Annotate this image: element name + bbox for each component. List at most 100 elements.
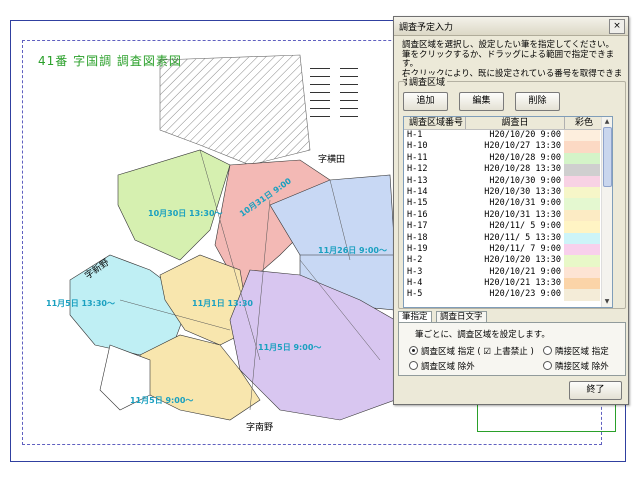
- table-row[interactable]: H-18 H20/11/ 5 13:30: [404, 232, 612, 244]
- finish-button[interactable]: 終了: [569, 381, 622, 400]
- area-id: H-5: [407, 289, 423, 300]
- table-row[interactable]: H-2 H20/10/20 13:30: [404, 255, 612, 267]
- group-label: 調査区域: [407, 75, 448, 88]
- delete-button[interactable]: 削除: [515, 92, 560, 111]
- color-swatch: [564, 221, 600, 233]
- color-swatch: [564, 289, 600, 301]
- hatched-region: [159, 54, 311, 166]
- table-row[interactable]: H-3 H20/10/21 9:00: [404, 266, 612, 279]
- area-id: H-15: [407, 198, 428, 209]
- area-id: H-16: [407, 209, 428, 220]
- survey-date: H20/10/20 13:30: [484, 255, 561, 266]
- column-date[interactable]: 調査日: [466, 117, 565, 129]
- survey-date: H20/10/30 13:30: [484, 186, 561, 197]
- dialog-titlebar[interactable]: 調査予定入力 ×: [394, 17, 628, 36]
- close-icon[interactable]: ×: [609, 19, 625, 34]
- scroll-down-icon[interactable]: ▼: [603, 298, 611, 306]
- radio-label: 隣接区域 除外: [555, 362, 609, 372]
- color-swatch: [564, 141, 600, 153]
- area-label-4: 11月5日 13:30〜: [46, 299, 115, 308]
- table-row[interactable]: H-17 H20/11/ 5 9:00: [404, 221, 612, 233]
- color-swatch: [564, 278, 600, 290]
- area-label-6: 11月1日 13:30: [192, 299, 253, 308]
- table-row[interactable]: H-4 H20/10/21 13:30: [404, 278, 612, 290]
- column-area-no[interactable]: 調査区域番号: [404, 117, 466, 129]
- place-label-minamino: 字南野: [246, 423, 274, 433]
- area-id: H-11: [407, 152, 428, 163]
- place-label-yokota: 字横田: [318, 155, 346, 165]
- column-color[interactable]: 彩色: [565, 117, 603, 129]
- survey-date: H20/10/27 13:30: [484, 141, 561, 152]
- radio-area-specify[interactable]: 調査区域 指定 ( ☑ 上書禁止 ): [409, 345, 534, 357]
- green-region: [117, 149, 231, 261]
- radio-label: 調査区域 除外: [421, 362, 475, 372]
- radio-selected-icon: [409, 346, 418, 355]
- area-label-5: 11月5日 9:00〜: [130, 396, 194, 405]
- table-row[interactable]: H-10 H20/10/27 13:30: [404, 141, 612, 153]
- table-row[interactable]: H-19 H20/11/ 7 9:00: [404, 243, 612, 256]
- color-swatch: [564, 266, 600, 279]
- table-row[interactable]: H-1 H20/10/20 9:00: [404, 130, 612, 142]
- add-button[interactable]: 追加: [403, 92, 448, 111]
- scroll-up-icon[interactable]: ▲: [603, 118, 611, 126]
- list-scrollbar[interactable]: ▲ ▼: [601, 117, 612, 307]
- dialog-title: 調査予定入力: [399, 23, 454, 33]
- survey-date: H20/10/21 13:30: [484, 278, 561, 289]
- survey-date: H20/10/28 13:30: [484, 164, 561, 175]
- color-swatch: [564, 209, 600, 222]
- color-swatch: [564, 175, 600, 187]
- survey-date: H20/10/28 9:00: [489, 152, 561, 163]
- table-row[interactable]: H-5 H20/10/23 9:00: [404, 289, 612, 301]
- radio-icon: [409, 361, 418, 370]
- table-row[interactable]: H-14 H20/10/30 13:30: [404, 186, 612, 199]
- color-swatch: [564, 152, 600, 165]
- legend-block: [310, 68, 358, 117]
- color-swatch: [564, 255, 600, 267]
- area-label-3: 11月26日 9:00〜: [318, 246, 387, 255]
- survey-area-group: 調査区域 追加 編集 削除 調査区域番号 調査日 彩色 H-1 H20/10/20…: [398, 75, 626, 309]
- color-swatch: [564, 130, 600, 142]
- area-id: H-10: [407, 141, 428, 152]
- scroll-thumb[interactable]: [603, 127, 612, 187]
- tab-panel-fude: 筆ごとに、調査区域を設定します。 調査区域 指定 ( ☑ 上書禁止 ) 隣接区域…: [398, 322, 626, 376]
- area-label-1: 10月30日 13:30〜: [148, 209, 223, 218]
- area-id: H-3: [407, 266, 423, 277]
- edit-button[interactable]: 編集: [459, 92, 504, 111]
- schedule-dialog: 調査予定入力 × 調査区域を選択し、設定したい筆を指定してください。 筆をクリッ…: [393, 16, 629, 405]
- survey-area-list[interactable]: 調査区域番号 調査日 彩色 H-1 H20/10/20 9:00 H-10 H20/1…: [403, 116, 613, 308]
- area-id: H-19: [407, 243, 428, 254]
- survey-date: H20/10/21 9:00: [489, 266, 561, 277]
- survey-date: H20/11/ 5 13:30: [484, 232, 561, 243]
- table-row[interactable]: H-12 H20/10/28 13:30: [404, 164, 612, 176]
- color-swatch: [564, 243, 600, 256]
- radio-label: 隣接区域 指定: [555, 347, 609, 357]
- survey-date: H20/11/ 7 9:00: [489, 243, 561, 254]
- area-id: H-12: [407, 164, 428, 175]
- table-row[interactable]: H-15 H20/10/31 9:00: [404, 198, 612, 210]
- table-row[interactable]: H-16 H20/10/31 13:30: [404, 209, 612, 222]
- color-swatch: [564, 198, 600, 210]
- survey-date: H20/11/ 5 9:00: [489, 221, 561, 232]
- radio-label: 調査区域 指定 ( ☑ 上書禁止 ): [421, 347, 534, 357]
- area-label-7: 11月5日 9:00〜: [258, 343, 322, 352]
- radio-bound-specify[interactable]: 隣接区域 指定: [543, 345, 609, 357]
- survey-date: H20/10/20 9:00: [489, 130, 561, 140]
- color-swatch: [564, 232, 600, 244]
- table-row[interactable]: H-13 H20/10/30 9:00: [404, 175, 612, 187]
- survey-date: H20/10/31 13:30: [484, 209, 561, 220]
- area-id: H-4: [407, 278, 423, 289]
- survey-date: H20/10/23 9:00: [489, 289, 561, 300]
- area-id: H-14: [407, 186, 428, 197]
- instruction-line: 筆をクリックするか、ドラッグによる範囲で指定できます。: [402, 49, 615, 69]
- radio-bound-exclude[interactable]: 隣接区域 除外: [543, 360, 609, 372]
- table-row[interactable]: H-11 H20/10/28 9:00: [404, 152, 612, 165]
- area-id: H-18: [407, 232, 428, 243]
- radio-icon: [543, 361, 552, 370]
- radio-area-exclude[interactable]: 調査区域 除外: [409, 360, 475, 372]
- radio-icon: [543, 346, 552, 355]
- area-id: H-13: [407, 175, 428, 186]
- list-rows: H-1 H20/10/20 9:00 H-10 H20/10/27 13:30 H-11…: [404, 130, 612, 301]
- area-id: H-1: [407, 130, 423, 140]
- survey-date: H20/10/31 9:00: [489, 198, 561, 209]
- color-swatch: [564, 186, 600, 199]
